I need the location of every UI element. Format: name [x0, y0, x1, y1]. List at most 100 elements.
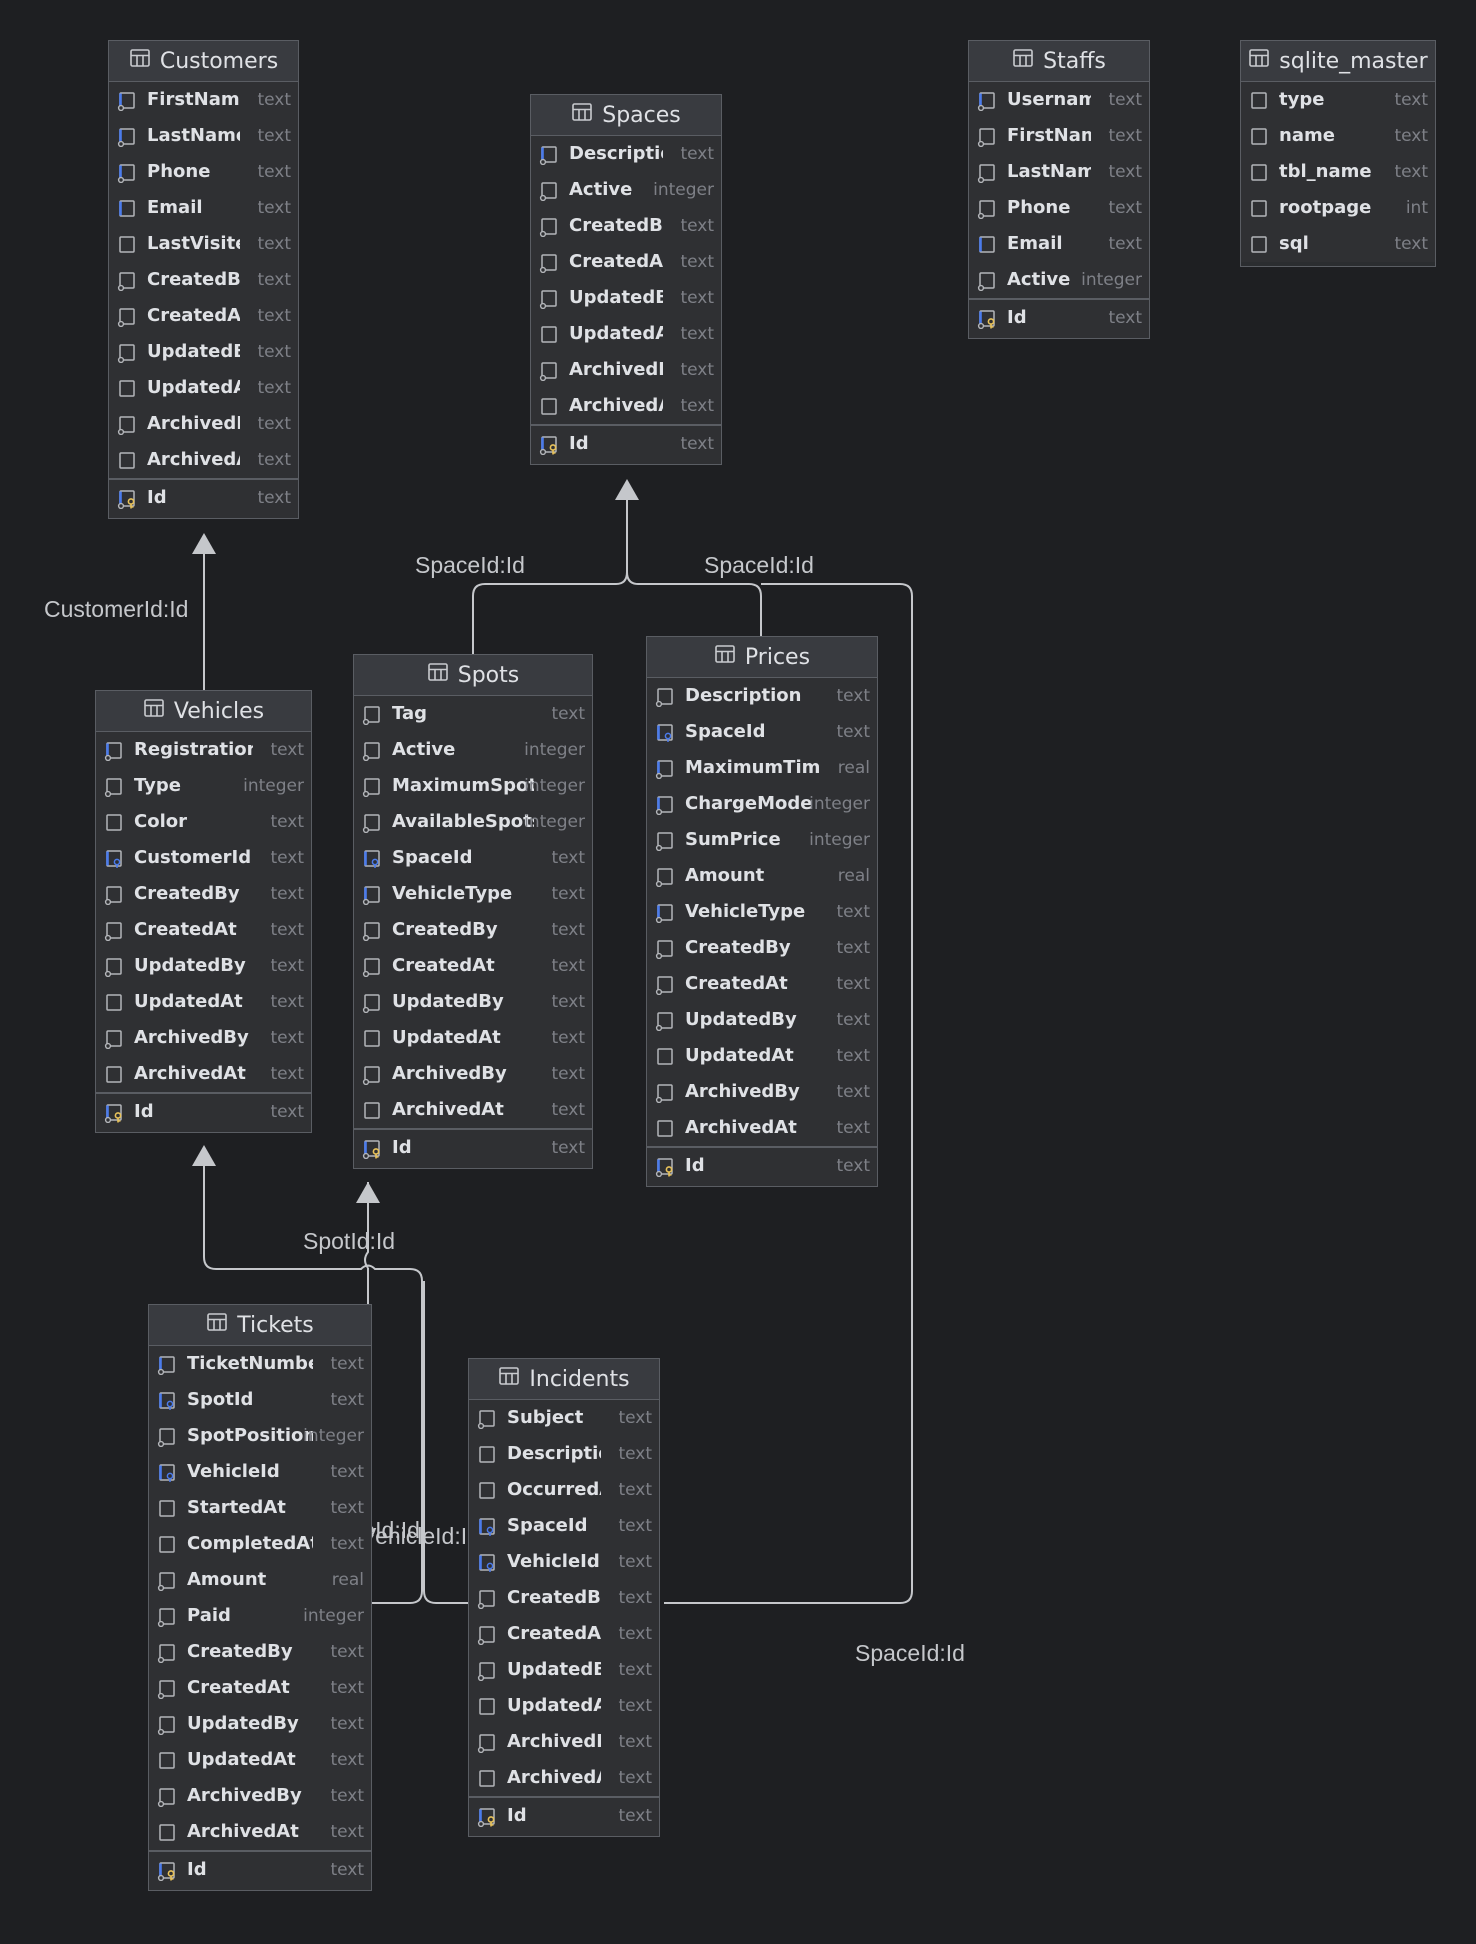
- column-row[interactable]: CreatedBy text: [109, 262, 298, 298]
- primary-key-row[interactable]: Id text: [354, 1128, 592, 1168]
- column-row[interactable]: Type integer: [96, 768, 311, 804]
- column-row[interactable]: CreatedBy text: [354, 912, 592, 948]
- column-row[interactable]: name text: [1241, 118, 1435, 154]
- column-row[interactable]: Tag text: [354, 696, 592, 732]
- column-row[interactable]: Description text: [531, 136, 721, 172]
- column-row[interactable]: VehicleId text: [149, 1454, 371, 1490]
- primary-key-row[interactable]: Id text: [969, 298, 1149, 338]
- column-row[interactable]: UpdatedBy text: [354, 984, 592, 1020]
- column-row[interactable]: Description text: [647, 678, 877, 714]
- column-row[interactable]: Active integer: [354, 732, 592, 768]
- column-row[interactable]: FirstName text: [969, 118, 1149, 154]
- column-row[interactable]: Phone text: [109, 154, 298, 190]
- column-row[interactable]: CreatedAt text: [354, 948, 592, 984]
- table-customers[interactable]: Customers FirstName text LastName text Phone t…: [108, 40, 299, 519]
- column-row[interactable]: UpdatedBy text: [469, 1652, 659, 1688]
- column-row[interactable]: UpdatedAt text: [109, 370, 298, 406]
- column-row[interactable]: tbl_name text: [1241, 154, 1435, 190]
- column-row[interactable]: sql text: [1241, 226, 1435, 262]
- column-row[interactable]: Email text: [969, 226, 1149, 262]
- column-row[interactable]: MaximumTime real: [647, 750, 877, 786]
- column-row[interactable]: OccurredAt text: [469, 1472, 659, 1508]
- table-header[interactable]: Spaces: [531, 95, 721, 136]
- table-staffs[interactable]: Staffs Username text FirstName text LastName t…: [968, 40, 1150, 339]
- column-row[interactable]: UpdatedAt text: [354, 1020, 592, 1056]
- column-row[interactable]: rootpage int: [1241, 190, 1435, 226]
- primary-key-row[interactable]: Id text: [96, 1092, 311, 1132]
- column-row[interactable]: CompletedAt text: [149, 1526, 371, 1562]
- column-row[interactable]: CreatedAt text: [109, 298, 298, 334]
- column-row[interactable]: ArchivedAt text: [149, 1814, 371, 1850]
- table-header[interactable]: Customers: [109, 41, 298, 82]
- table-header[interactable]: Spots: [354, 655, 592, 696]
- column-row[interactable]: ArchivedBy text: [469, 1724, 659, 1760]
- column-row[interactable]: UpdatedAt text: [647, 1038, 877, 1074]
- column-row[interactable]: Phone text: [969, 190, 1149, 226]
- table-vehicles[interactable]: Vehicles RegistrationNumber text Type intege…: [95, 690, 312, 1133]
- table-header[interactable]: Incidents: [469, 1359, 659, 1400]
- table-spots[interactable]: Spots Tag text Active integer MaximumSpots int…: [353, 654, 593, 1169]
- column-row[interactable]: UpdatedBy text: [647, 1002, 877, 1038]
- column-row[interactable]: StartedAt text: [149, 1490, 371, 1526]
- column-row[interactable]: VehicleId text: [469, 1544, 659, 1580]
- column-row[interactable]: UpdatedAt text: [149, 1742, 371, 1778]
- column-row[interactable]: CreatedBy text: [149, 1634, 371, 1670]
- table-header[interactable]: sqlite_master: [1241, 41, 1435, 82]
- column-row[interactable]: ArchivedAt text: [109, 442, 298, 478]
- column-row[interactable]: SpotPosition integer: [149, 1418, 371, 1454]
- table-header[interactable]: Vehicles: [96, 691, 311, 732]
- column-row[interactable]: CreatedAt text: [149, 1670, 371, 1706]
- column-row[interactable]: SpaceId text: [647, 714, 877, 750]
- column-row[interactable]: ArchivedBy text: [149, 1778, 371, 1814]
- column-row[interactable]: Amount real: [647, 858, 877, 894]
- column-row[interactable]: CreatedBy text: [96, 876, 311, 912]
- column-row[interactable]: CreatedAt text: [469, 1616, 659, 1652]
- column-row[interactable]: VehicleType text: [647, 894, 877, 930]
- column-row[interactable]: Active integer: [969, 262, 1149, 298]
- column-row[interactable]: ArchivedAt text: [531, 388, 721, 424]
- table-spaces[interactable]: Spaces Description text Active integer Create…: [530, 94, 722, 465]
- column-row[interactable]: FirstName text: [109, 82, 298, 118]
- column-row[interactable]: CreatedAt text: [531, 244, 721, 280]
- column-row[interactable]: UpdatedAt text: [469, 1688, 659, 1724]
- column-row[interactable]: ArchivedAt text: [647, 1110, 877, 1146]
- column-row[interactable]: SumPrice integer: [647, 822, 877, 858]
- column-row[interactable]: CreatedAt text: [96, 912, 311, 948]
- column-row[interactable]: ArchivedBy text: [109, 406, 298, 442]
- column-row[interactable]: CreatedBy text: [469, 1580, 659, 1616]
- column-row[interactable]: UpdatedAt text: [96, 984, 311, 1020]
- column-row[interactable]: LastName text: [109, 118, 298, 154]
- primary-key-row[interactable]: Id text: [109, 478, 298, 518]
- column-row[interactable]: ArchivedAt text: [96, 1056, 311, 1092]
- column-row[interactable]: UpdatedBy text: [531, 280, 721, 316]
- primary-key-row[interactable]: Id text: [647, 1146, 877, 1186]
- column-row[interactable]: ArchivedBy text: [354, 1056, 592, 1092]
- column-row[interactable]: CreatedBy text: [647, 930, 877, 966]
- table-sqlite-master[interactable]: sqlite_master type text name text tbl_name tex…: [1240, 40, 1436, 267]
- column-row[interactable]: UpdatedBy text: [96, 948, 311, 984]
- table-header[interactable]: Staffs: [969, 41, 1149, 82]
- column-row[interactable]: VehicleType text: [354, 876, 592, 912]
- column-row[interactable]: AvailableSpots integer: [354, 804, 592, 840]
- column-row[interactable]: Active integer: [531, 172, 721, 208]
- column-row[interactable]: TicketNumber text: [149, 1346, 371, 1382]
- column-row[interactable]: UpdatedBy text: [109, 334, 298, 370]
- primary-key-row[interactable]: Id text: [149, 1850, 371, 1890]
- column-row[interactable]: LastName text: [969, 154, 1149, 190]
- column-row[interactable]: ArchivedAt text: [469, 1760, 659, 1796]
- column-row[interactable]: ArchivedBy text: [531, 352, 721, 388]
- column-row[interactable]: Amount real: [149, 1562, 371, 1598]
- primary-key-row[interactable]: Id text: [469, 1796, 659, 1836]
- column-row[interactable]: CustomerId text: [96, 840, 311, 876]
- column-row[interactable]: CreatedAt text: [647, 966, 877, 1002]
- column-row[interactable]: CreatedBy text: [531, 208, 721, 244]
- column-row[interactable]: ChargeMode integer: [647, 786, 877, 822]
- table-header[interactable]: Tickets: [149, 1305, 371, 1346]
- column-row[interactable]: SpaceId text: [354, 840, 592, 876]
- column-row[interactable]: Paid integer: [149, 1598, 371, 1634]
- column-row[interactable]: SpotId text: [149, 1382, 371, 1418]
- column-row[interactable]: Description text: [469, 1436, 659, 1472]
- column-row[interactable]: MaximumSpots integer: [354, 768, 592, 804]
- column-row[interactable]: Email text: [109, 190, 298, 226]
- column-row[interactable]: Username text: [969, 82, 1149, 118]
